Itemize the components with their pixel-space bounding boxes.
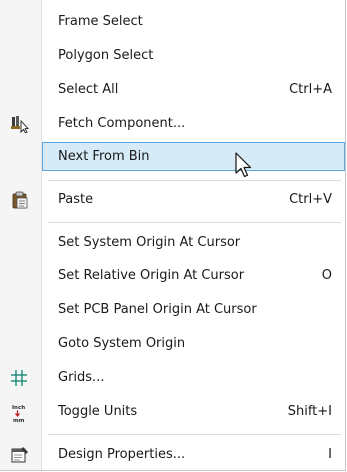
context-menu: Frame Select Polygon Select Select All C… bbox=[0, 0, 346, 471]
menu-item-label: Toggle Units bbox=[58, 404, 138, 419]
toggle-units-icon-top-text: Inch bbox=[12, 405, 25, 411]
menu-item-goto-system-origin[interactable]: Goto System Origin bbox=[0, 330, 344, 358]
menu-item-grids[interactable]: Grids... bbox=[0, 364, 344, 392]
design-properties-icon bbox=[10, 446, 30, 464]
menu-item-polygon-select[interactable]: Polygon Select bbox=[0, 42, 344, 70]
menu-item-label: Frame Select bbox=[58, 14, 143, 29]
menu-item-toggle-units[interactable]: Inch mm Toggle Units Shift+I bbox=[0, 398, 344, 426]
menu-item-design-properties[interactable]: Design Properties... I bbox=[0, 441, 344, 469]
menu-item-label: Design Properties... bbox=[58, 447, 186, 462]
menu-item-label: Select All bbox=[58, 82, 119, 97]
menu-item-shortcut: Shift+I bbox=[287, 404, 332, 419]
toggle-units-icon: Inch mm bbox=[10, 403, 30, 424]
menu-item-set-relative-origin[interactable]: Set Relative Origin At Cursor O bbox=[0, 262, 344, 290]
mouse-pointer-icon bbox=[234, 152, 258, 180]
menu-item-label: Polygon Select bbox=[58, 48, 154, 63]
menu-item-set-system-origin[interactable]: Set System Origin At Cursor bbox=[0, 229, 344, 257]
fetch-component-icon bbox=[10, 115, 30, 134]
menu-item-label: Set System Origin At Cursor bbox=[58, 235, 241, 250]
menu-item-label: Next From Bin bbox=[58, 149, 150, 164]
toggle-units-icon-bottom-text: mm bbox=[13, 418, 25, 423]
menu-separator bbox=[48, 434, 341, 435]
menu-separator bbox=[48, 222, 341, 223]
menu-separator bbox=[48, 180, 341, 181]
grid-icon bbox=[10, 369, 30, 387]
menu-item-shortcut: Ctrl+A bbox=[289, 82, 332, 97]
menu-item-next-from-bin[interactable]: Next From Bin bbox=[42, 142, 345, 171]
menu-item-fetch-component[interactable]: Fetch Component... bbox=[0, 110, 344, 138]
menu-item-label: Paste bbox=[58, 192, 94, 207]
menu-item-paste[interactable]: Paste Ctrl+V bbox=[0, 186, 344, 214]
menu-item-label: Goto System Origin bbox=[58, 336, 186, 351]
menu-item-select-all[interactable]: Select All Ctrl+A bbox=[0, 76, 344, 104]
menu-item-frame-select[interactable]: Frame Select bbox=[0, 8, 344, 36]
menu-item-shortcut: I bbox=[328, 447, 332, 462]
menu-item-label: Fetch Component... bbox=[58, 116, 186, 131]
menu-item-label: Grids... bbox=[58, 370, 105, 385]
menu-item-set-pcb-panel-origin[interactable]: Set PCB Panel Origin At Cursor bbox=[0, 296, 344, 324]
clipboard-paste-icon bbox=[10, 191, 30, 209]
menu-item-shortcut: O bbox=[321, 268, 332, 283]
menu-item-label: Set Relative Origin At Cursor bbox=[58, 268, 245, 283]
menu-item-label: Set PCB Panel Origin At Cursor bbox=[58, 302, 257, 317]
menu-item-shortcut: Ctrl+V bbox=[289, 192, 332, 207]
